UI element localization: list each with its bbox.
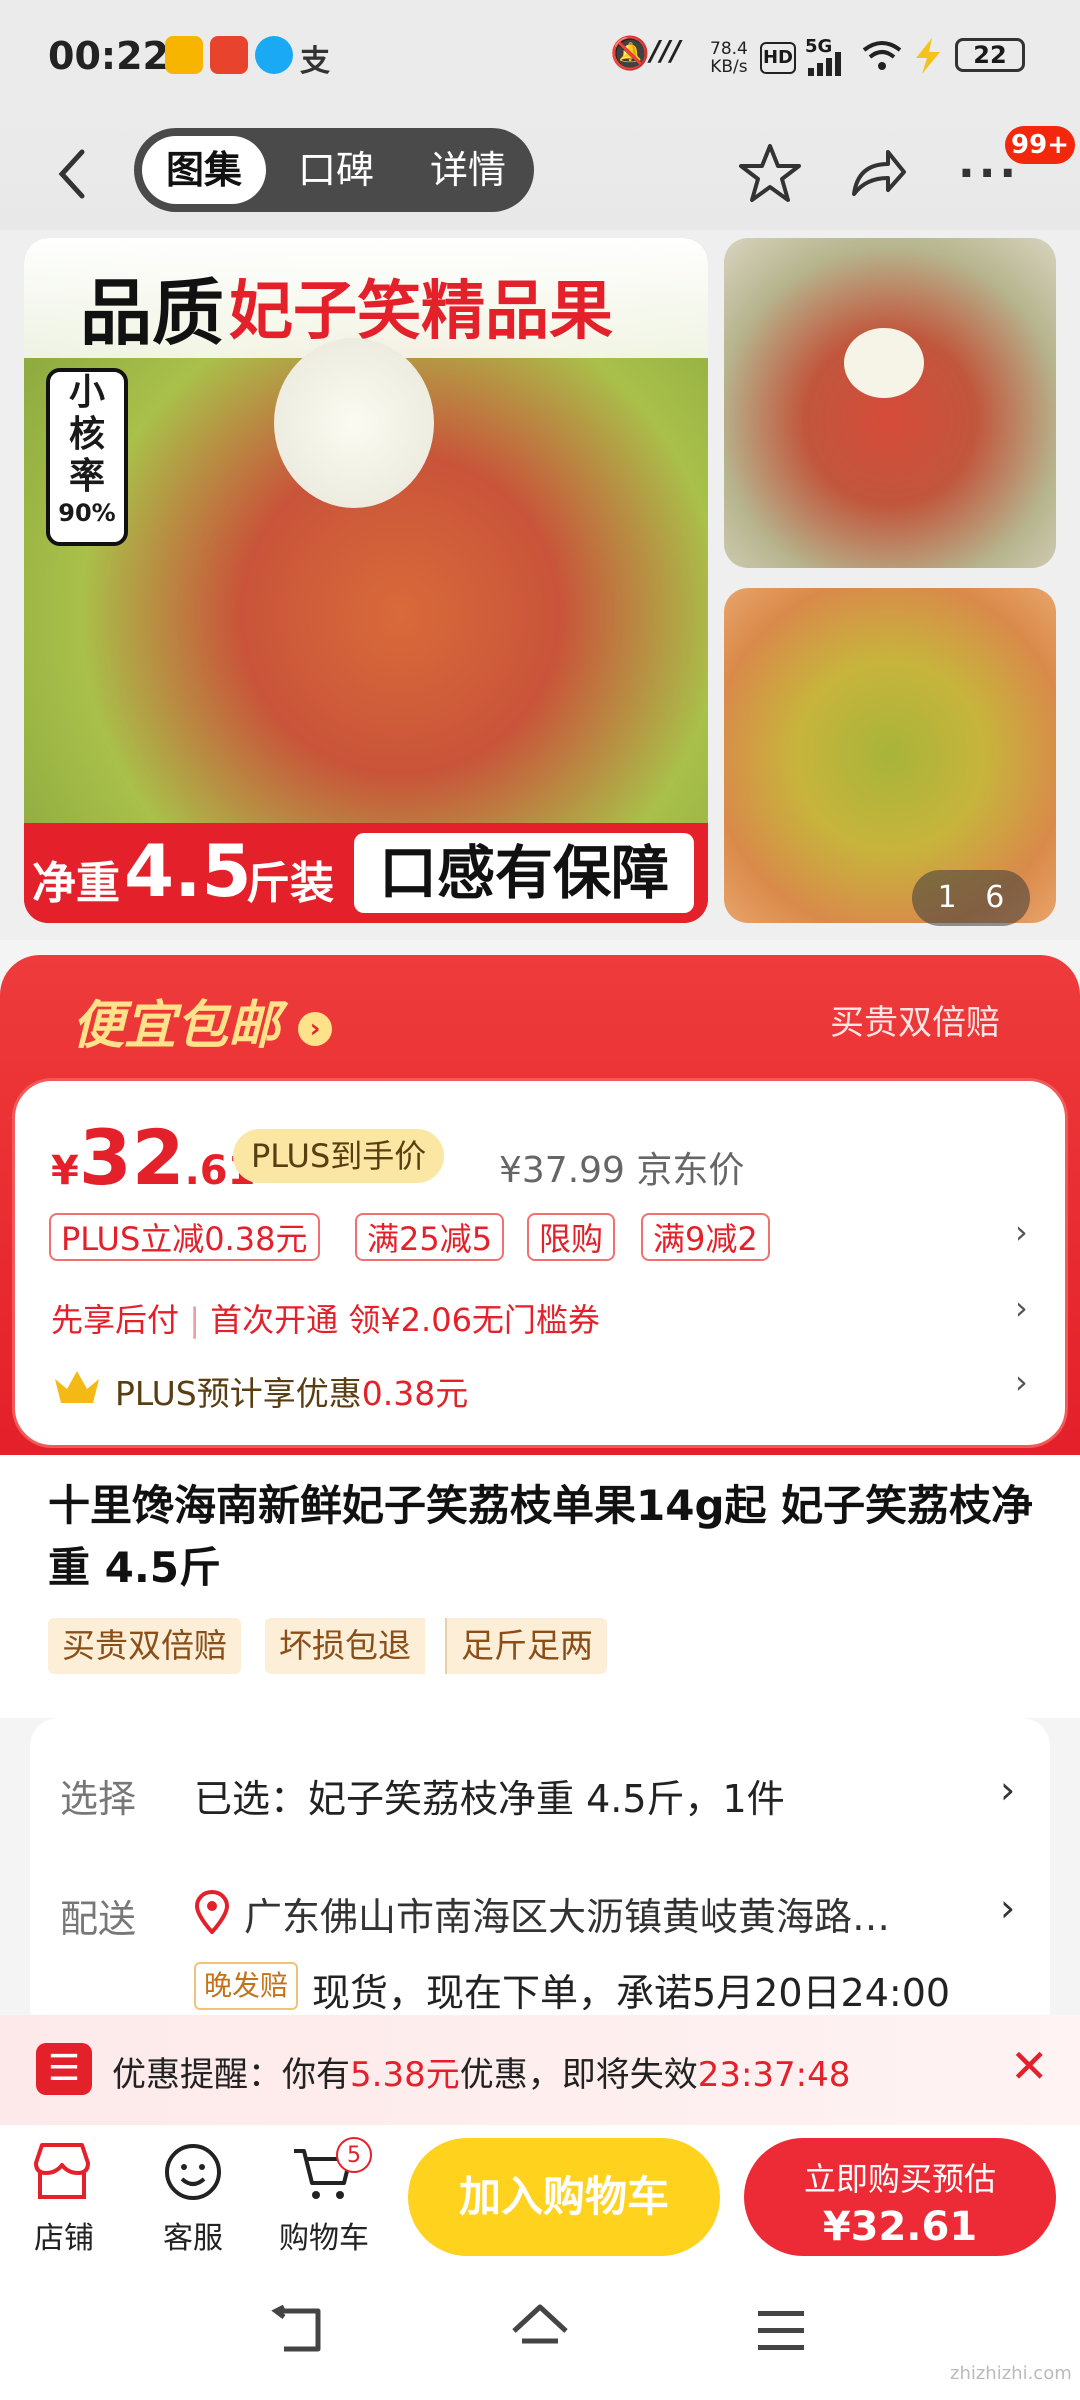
image-bottom-banner: 净重 4.5 斤装 口感有保障 (24, 823, 708, 923)
tab-details[interactable]: 详情 (406, 136, 530, 204)
bottom-action-bar: 店铺 客服 5 购物车 加入购物车 立即购买预估 ¥32.61 (0, 2125, 1080, 2265)
service-label[interactable]: 客服 (143, 2213, 243, 2257)
chevron-right-icon[interactable]: › (1015, 1289, 1028, 1327)
discount-reminder-bar[interactable]: ☰ 优惠提醒：你有5.38元优惠，即将失效23:37:48 ✕ (0, 2015, 1080, 2125)
late-delivery-badge: 晚发赔 (194, 1962, 299, 2010)
promo-title[interactable]: 便宜包邮 › (72, 983, 333, 1058)
nav-menu-icon[interactable] (756, 2309, 806, 2353)
chevron-right-icon: › (298, 1012, 333, 1046)
share-icon[interactable] (848, 144, 908, 204)
main-product-image[interactable]: 品质 妃子笑精品果 小 核 率 90% 净重 4.5 斤装 口感有保障 (24, 238, 708, 923)
image-gallery[interactable]: 品质 妃子笑精品果 小 核 率 90% 净重 4.5 斤装 口感有保障 (0, 230, 1080, 940)
buy-now-button[interactable]: 立即购买预估 ¥32.61 (744, 2138, 1056, 2256)
peeled-lychee (274, 338, 434, 508)
top-nav: 图集 口碑 详情 ··· 99+ (0, 118, 1080, 230)
reminder-text: 优惠提醒：你有5.38元优惠，即将失效23:37:48 (112, 2055, 851, 2095)
shipping-label: 配送 (60, 1897, 137, 1941)
price-card: ¥32.61 PLUS到手价 ¥37.99 京东价 PLUS立减0.38元 满2… (12, 1078, 1068, 1448)
product-title: 十里馋海南新鲜妃子笑荔枝单果14g起 妃子笑荔枝净重 4.5斤 (48, 1481, 1034, 1592)
mute-icon: 🔕 (610, 34, 650, 72)
crown-icon (55, 1371, 99, 1403)
carrier-icon: /// (650, 34, 681, 67)
select-label: 选择 (60, 1777, 137, 1821)
chevron-right-icon[interactable]: › (1000, 1768, 1015, 1812)
tab-reviews[interactable]: 口碑 (274, 136, 398, 204)
tag-quantity-discount: 满9减2 (641, 1213, 770, 1261)
coupon-icon: ☰ (36, 2043, 92, 2095)
original-price: ¥37.99 京东价 (499, 1150, 745, 1191)
signal-icon (808, 52, 841, 76)
options-card: 选择 已选：妃子笑荔枝净重 4.5斤，1件 › 配送 广东佛山市南海区大沥镇黄岐… (30, 1718, 1050, 2038)
selected-variant[interactable]: 已选：妃子笑荔枝净重 4.5斤，1件 (194, 1768, 785, 1823)
shop-icon[interactable] (30, 2141, 94, 2201)
chevron-right-icon[interactable]: › (1000, 1886, 1015, 1930)
tag-threshold-discount: 满25减5 (355, 1213, 505, 1261)
image-headline-black: 品质 (80, 271, 225, 355)
thumbnail-image-1[interactable] (724, 238, 1056, 568)
net-speed: 78.4 KB/s (710, 39, 748, 77)
system-nav-bar: zhizhizhi.com (0, 2265, 1080, 2400)
close-icon[interactable]: ✕ (1010, 2039, 1049, 2093)
tab-group: 图集 口碑 详情 (134, 128, 534, 212)
customer-service-icon[interactable] (162, 2141, 224, 2203)
nav-back-icon[interactable] (270, 2305, 326, 2355)
pit-rate-label: 小 核 率 90% (46, 368, 128, 546)
shipping-address[interactable]: 广东佛山市南海区大沥镇黄岐黄海路… (244, 1886, 984, 1941)
nav-home-icon[interactable] (510, 2301, 570, 2357)
watermark: zhizhizhi.com (950, 2363, 1072, 2384)
plus-price-badge: PLUS到手价 (233, 1129, 445, 1183)
shop-label[interactable]: 店铺 (14, 2213, 114, 2257)
back-icon[interactable] (52, 146, 92, 202)
wifi-icon (862, 41, 902, 70)
plus-savings-row[interactable]: PLUS预计享优惠0.38元 (115, 1367, 468, 1415)
guarantee-tag: 坏损包退 (265, 1618, 425, 1674)
guarantee-tag: 足斤足两 (445, 1618, 607, 1674)
tab-gallery[interactable]: 图集 (142, 136, 266, 204)
status-time: 00:22 (48, 34, 169, 78)
guarantee-tag: 买贵双倍赔 (48, 1618, 241, 1674)
tag-purchase-limit: 限购 (527, 1213, 616, 1261)
message-badge: 99+ (1005, 126, 1075, 164)
status-bar: 00:22 支 🔕 /// 78.4 KB/s HD 5G 22 (0, 0, 1080, 118)
battery-icon: 22 (955, 38, 1025, 72)
alipay-icon: 支 (300, 44, 330, 79)
pay-later-row[interactable]: 先享后付 | 首次开通 领¥2.06无门槛券 (51, 1295, 600, 1341)
add-to-cart-button[interactable]: 加入购物车 (408, 2138, 720, 2256)
favorite-star-icon[interactable] (738, 142, 802, 206)
double-compensation-label[interactable]: 买贵双倍赔 (830, 995, 1000, 1044)
chevron-right-icon[interactable]: › (1015, 1363, 1028, 1401)
hd-icon: HD (760, 42, 796, 74)
delivery-promise: 现货，现在下单，承诺5月20日24:00 (312, 1971, 951, 2015)
current-price: ¥32.61 (51, 1113, 256, 1202)
app-notification-icon (255, 36, 293, 74)
image-counter: 1 6 (912, 870, 1030, 926)
app-notification-icon (210, 36, 248, 74)
location-pin-icon (194, 1890, 230, 1934)
cart-label[interactable]: 购物车 (274, 2213, 374, 2257)
tag-plus-discount: PLUS立减0.38元 (49, 1213, 320, 1261)
chevron-right-icon[interactable]: › (1015, 1213, 1028, 1251)
app-notification-icon (165, 36, 203, 74)
image-headline-red: 妃子笑精品果 (229, 275, 613, 349)
cart-count-badge: 5 (336, 2137, 372, 2173)
charging-icon (916, 38, 940, 74)
